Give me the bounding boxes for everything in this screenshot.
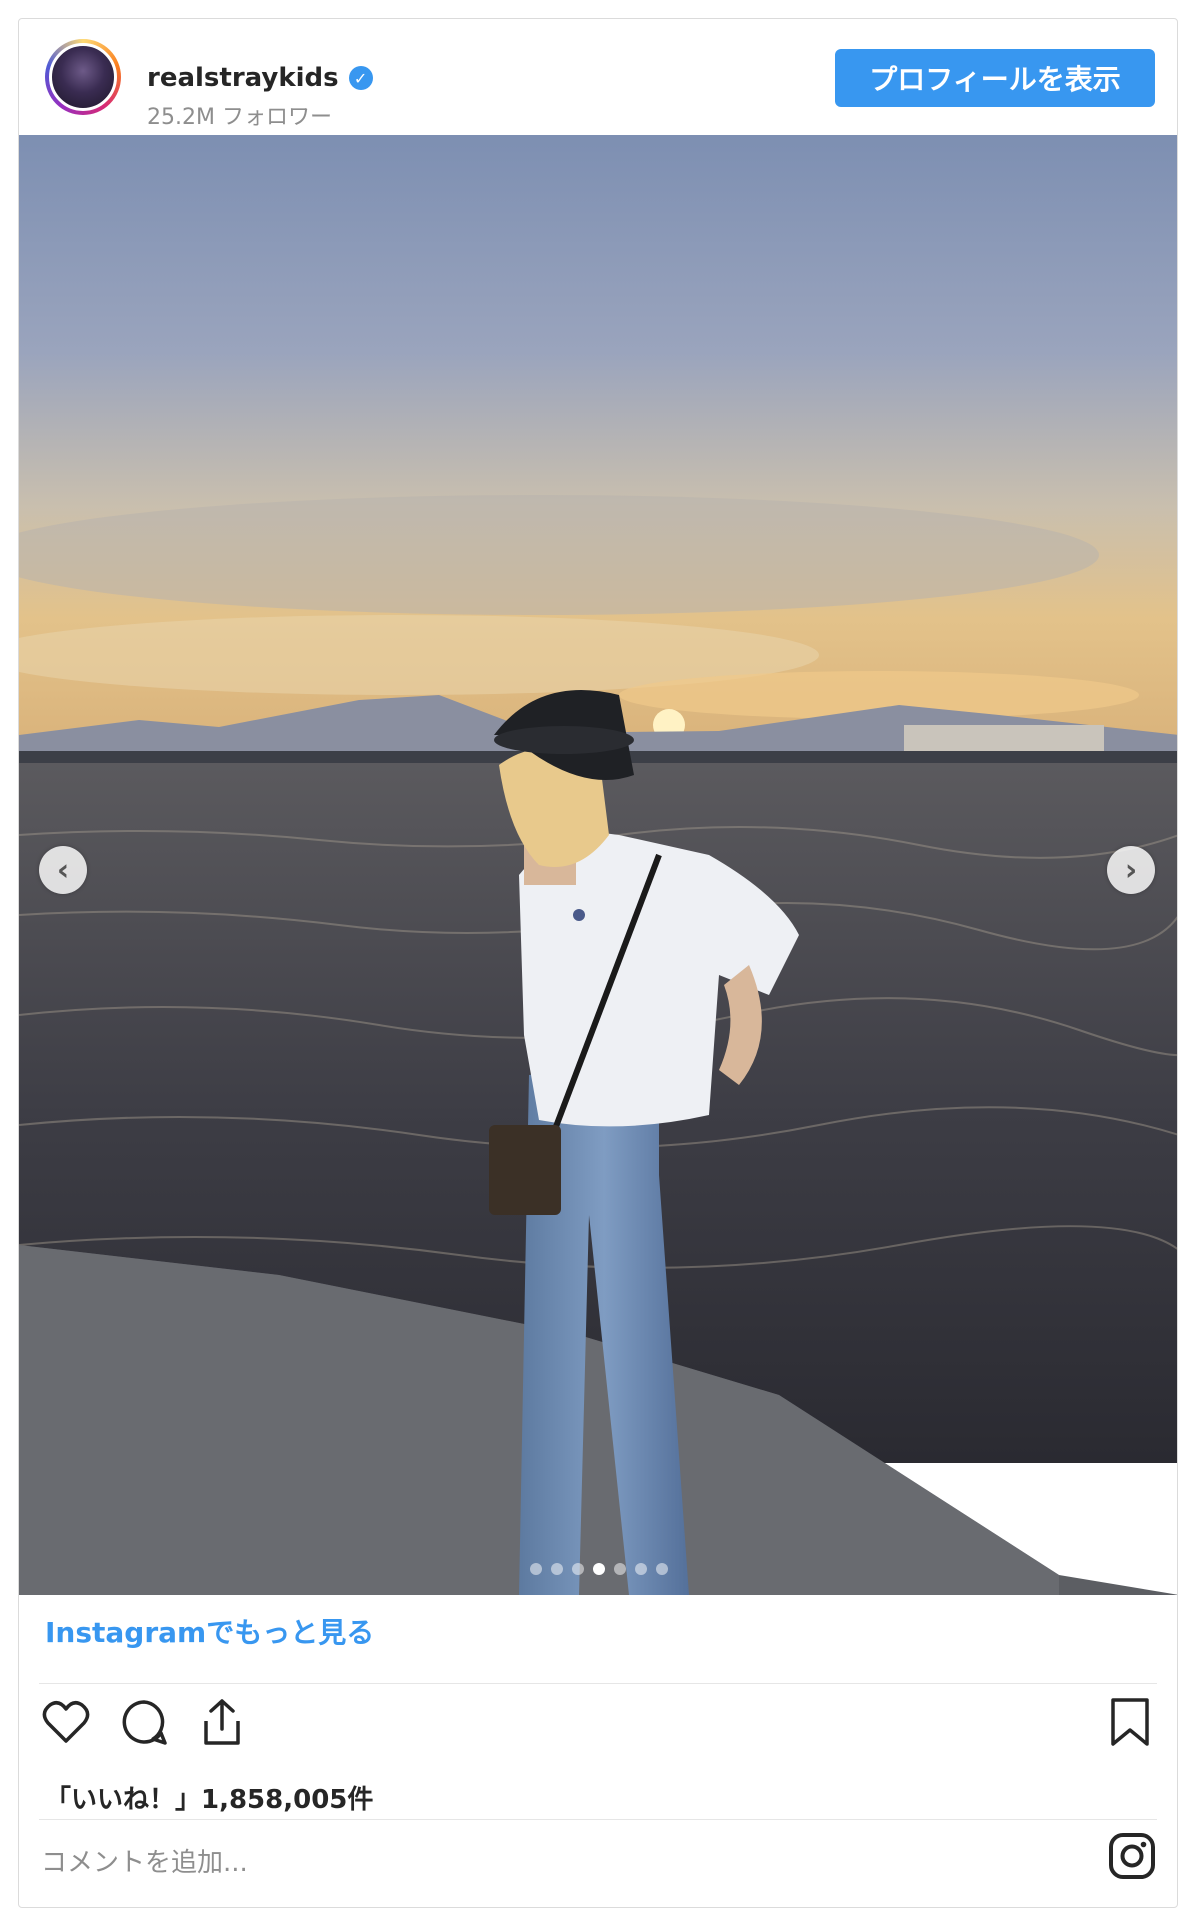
follower-count: 25.2M フォロワー	[147, 105, 332, 130]
heart-icon[interactable]	[39, 1695, 93, 1749]
photo-scene	[19, 135, 1177, 1595]
comment-input[interactable]	[39, 1827, 943, 1899]
bookmark-icon[interactable]	[1103, 1695, 1157, 1749]
verified-badge-icon: ✓	[348, 66, 373, 90]
username[interactable]: realstraykids	[147, 63, 339, 93]
avatar-image	[49, 43, 117, 111]
carousel-dot	[635, 1563, 647, 1575]
carousel-indicator	[19, 1563, 1177, 1575]
carousel-dot-active	[593, 1563, 605, 1575]
chevron-right-icon[interactable]: ›	[1107, 846, 1155, 894]
post-photo[interactable]: ‹ ›	[19, 135, 1177, 1595]
instagram-logo-icon[interactable]	[1107, 1831, 1157, 1885]
carousel-dot	[551, 1563, 563, 1575]
post-header: realstraykids ✓ 25.2M フォロワー プロフィールを表示	[19, 19, 1177, 135]
view-profile-button[interactable]: プロフィールを表示	[835, 49, 1155, 107]
view-more-on-instagram-link[interactable]: Instagramでもっと見る	[45, 1611, 374, 1651]
divider	[39, 1683, 1157, 1684]
username-row: realstraykids ✓	[147, 63, 373, 93]
carousel-dot	[530, 1563, 542, 1575]
carousel-dot	[572, 1563, 584, 1575]
carousel-dot	[614, 1563, 626, 1575]
like-count: 「いいね！」1,858,005件	[45, 1785, 374, 1815]
carousel-dot	[656, 1563, 668, 1575]
share-icon[interactable]	[195, 1695, 249, 1749]
comment-bubble-icon[interactable]	[117, 1695, 171, 1749]
instagram-embed-card: realstraykids ✓ 25.2M フォロワー プロフィールを表示 ‹ …	[18, 18, 1178, 1908]
action-bar	[39, 1695, 249, 1749]
comment-box	[39, 1819, 1157, 1907]
chevron-left-icon[interactable]: ‹	[39, 846, 87, 894]
avatar[interactable]	[45, 39, 121, 115]
